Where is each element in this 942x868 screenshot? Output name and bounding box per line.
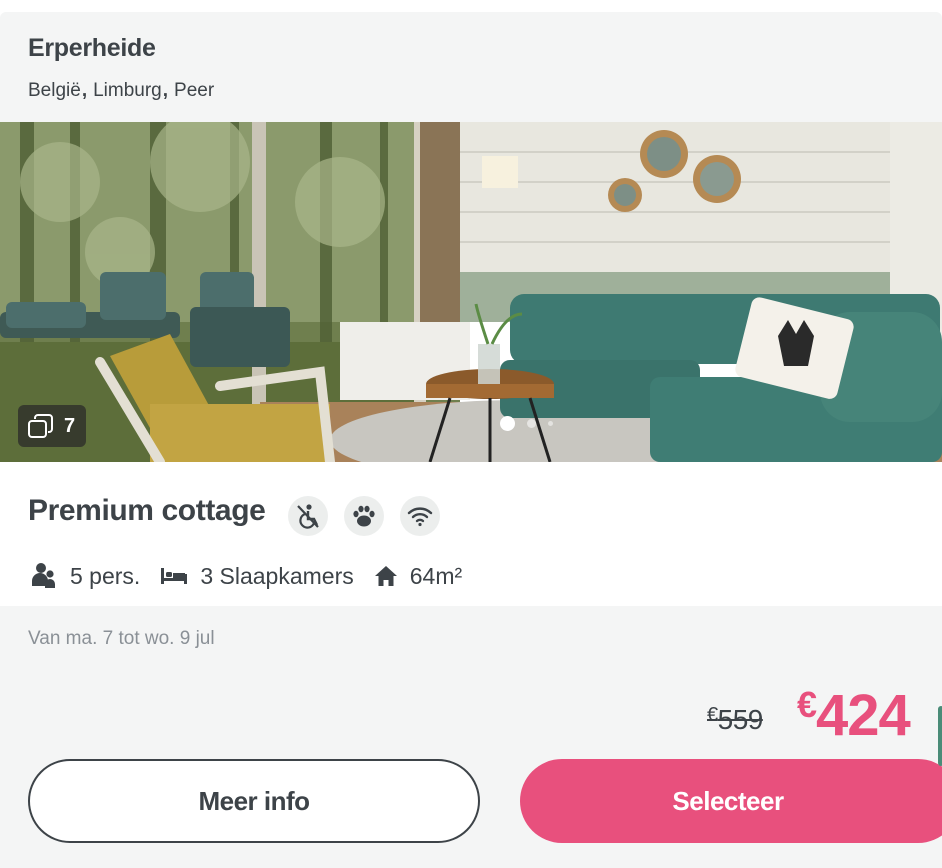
spec-list: 5 pers. 3 Slaapkamers 64m² [30,562,482,590]
spec-area-text: 64m² [409,562,463,589]
park-title[interactable]: Erperheide [28,34,156,63]
spec-persons-text: 5 pers. [70,562,141,589]
cottage-photo [0,122,942,462]
new-price: €424 [797,683,911,748]
spec-persons: 5 pers. [30,562,140,590]
spec-bedrooms: 3 Slaapkamers [160,562,354,590]
old-price: €559 [707,704,763,735]
location-breadcrumb: België, Limburg, Peer [28,80,214,102]
gallery-icon [28,414,53,438]
stay-dates: Van ma. 7 tot wo. 9 jul [28,628,215,649]
wifi-icon [407,507,433,527]
feature-wifi [400,496,440,536]
photo-count: 7 [64,414,76,437]
photo-count-badge[interactable]: 7 [18,405,86,447]
location-city: Peer [174,80,215,101]
spec-bedrooms-text: 3 Slaapkamers [200,562,354,589]
carousel-dot[interactable] [548,421,553,426]
more-info-button[interactable]: Meer info [28,759,480,843]
location-country: België [28,80,81,101]
photo-carousel[interactable]: 7 [0,122,942,462]
bed-icon [161,568,188,584]
carousel-dots [500,416,565,431]
accommodation-card: Erperheide België, Limburg, Peer 7 Premi… [0,12,942,868]
feature-pets [344,496,384,536]
card-header: Erperheide België, Limburg, Peer [0,12,942,122]
side-edge-tab [938,706,942,766]
booking-panel: Van ma. 7 tot wo. 9 jul €559 €424 Meer i… [0,606,942,868]
location-separator: , [81,80,88,101]
location-region: Limburg [93,80,162,101]
house-icon [374,566,397,586]
feature-no-wheelchair [288,496,328,536]
accommodation-name[interactable]: Premium cottage [28,494,266,528]
paw-icon [353,505,375,527]
carousel-dot[interactable] [527,419,536,428]
location-separator: , [162,80,169,101]
select-button[interactable]: Selecteer [520,759,942,843]
persons-icon [32,563,55,588]
spec-area: 64m² [374,563,462,590]
carousel-dot-active[interactable] [500,416,515,431]
no-wheelchair-icon [297,504,319,529]
